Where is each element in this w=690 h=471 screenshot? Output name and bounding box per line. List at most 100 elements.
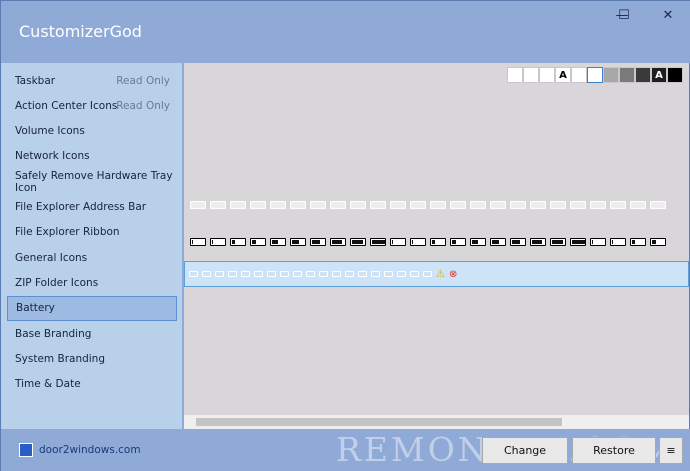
battery-icon[interactable]: [650, 201, 666, 209]
battery-icon[interactable]: [384, 271, 393, 277]
battery-icon[interactable]: [390, 201, 406, 209]
battery-icon[interactable]: [250, 201, 266, 209]
battery-icon[interactable]: [228, 271, 237, 277]
battery-icon[interactable]: [350, 238, 366, 246]
sidebar-item-file-explorer-ribbon[interactable]: File Explorer Ribbon: [7, 220, 177, 245]
battery-icon[interactable]: [345, 271, 354, 277]
battery-icon[interactable]: [550, 238, 566, 246]
maximize-button[interactable]: ☐: [601, 1, 647, 29]
scrollbar-thumb[interactable]: [196, 418, 562, 426]
battery-icon[interactable]: [202, 271, 211, 277]
blank-swatch[interactable]: [571, 67, 587, 83]
battery-icon[interactable]: [630, 201, 646, 209]
battery-icon[interactable]: [490, 201, 506, 209]
battery-icon[interactable]: [370, 201, 386, 209]
battery-icon[interactable]: [450, 238, 466, 246]
battery-icon[interactable]: [430, 238, 446, 246]
battery-error-icon[interactable]: ⊗: [449, 269, 457, 280]
battery-icon[interactable]: [190, 201, 206, 209]
battery-icon[interactable]: [370, 238, 386, 246]
battery-icon[interactable]: [650, 238, 666, 246]
blank-swatch[interactable]: [507, 67, 523, 83]
battery-warning-icon[interactable]: ⚠: [436, 269, 445, 280]
battery-icon[interactable]: [250, 238, 266, 246]
battery-icons-dark-row[interactable]: [190, 236, 666, 248]
battery-icon[interactable]: [630, 238, 646, 246]
text-swatch[interactable]: A: [651, 67, 667, 83]
battery-icon[interactable]: [410, 238, 426, 246]
battery-icon[interactable]: [190, 238, 206, 246]
battery-icon[interactable]: [397, 271, 406, 277]
grey-swatch[interactable]: [603, 67, 619, 83]
battery-icon[interactable]: [590, 201, 606, 209]
battery-icon[interactable]: [490, 238, 506, 246]
battery-icon[interactable]: [254, 271, 263, 277]
selected-swatch[interactable]: [587, 67, 603, 83]
battery-icon[interactable]: [230, 238, 246, 246]
battery-icon[interactable]: [189, 271, 198, 277]
battery-icon[interactable]: [430, 201, 446, 209]
horizontal-scrollbar[interactable]: [184, 415, 689, 429]
battery-icon[interactable]: [332, 271, 341, 277]
battery-icon[interactable]: [530, 238, 546, 246]
battery-icon[interactable]: [410, 271, 419, 277]
sidebar-item-taskbar[interactable]: Taskbar Read Only: [7, 68, 177, 93]
battery-icon[interactable]: [510, 238, 526, 246]
battery-icon[interactable]: [470, 238, 486, 246]
battery-icon[interactable]: [306, 271, 315, 277]
restore-button[interactable]: Restore: [572, 437, 656, 464]
battery-icon[interactable]: [230, 201, 246, 209]
battery-icon[interactable]: [590, 238, 606, 246]
battery-icon[interactable]: [310, 238, 326, 246]
battery-icon[interactable]: [358, 271, 367, 277]
battery-icon[interactable]: [210, 238, 226, 246]
battery-icon[interactable]: [530, 201, 546, 209]
battery-icon[interactable]: [350, 201, 366, 209]
battery-icon[interactable]: [410, 201, 426, 209]
battery-icon[interactable]: [319, 271, 328, 277]
battery-icon[interactable]: [330, 238, 346, 246]
checker-dark-swatch[interactable]: [635, 67, 651, 83]
battery-icon[interactable]: [210, 201, 226, 209]
battery-icons-selected-row[interactable]: ⚠ ⊗: [184, 261, 689, 287]
battery-icon[interactable]: [610, 238, 626, 246]
menu-button[interactable]: ≡: [659, 437, 683, 464]
sidebar-item-time-date[interactable]: Time & Date: [7, 372, 177, 397]
text-swatch[interactable]: A: [555, 67, 571, 83]
dark-grey-swatch[interactable]: [619, 67, 635, 83]
battery-icon[interactable]: [290, 238, 306, 246]
battery-icon[interactable]: [290, 201, 306, 209]
battery-icon[interactable]: [310, 201, 326, 209]
battery-icon[interactable]: [470, 201, 486, 209]
change-button[interactable]: Change: [482, 437, 568, 464]
checker-swatch[interactable]: [539, 67, 555, 83]
sidebar-item-base-branding[interactable]: Base Branding: [7, 321, 177, 346]
battery-icon[interactable]: [215, 271, 224, 277]
sidebar-item-file-explorer-address-bar[interactable]: File Explorer Address Bar: [7, 195, 177, 220]
black-swatch[interactable]: [667, 67, 683, 83]
sidebar-item-volume-icons[interactable]: Volume Icons: [7, 119, 177, 144]
battery-icon[interactable]: [423, 271, 432, 277]
sidebar-item-general-icons[interactable]: General Icons: [7, 245, 177, 270]
sidebar-item-system-branding[interactable]: System Branding: [7, 346, 177, 371]
battery-icon[interactable]: [371, 271, 380, 277]
battery-icon[interactable]: [510, 201, 526, 209]
battery-icon[interactable]: [570, 201, 586, 209]
sidebar-item-action-center-icons[interactable]: Action Center Icons Read Only: [7, 93, 177, 118]
sidebar-item-safely-remove-hardware-tray-icon[interactable]: Safely Remove Hardware Tray Icon: [7, 169, 177, 194]
battery-icon[interactable]: [270, 238, 286, 246]
close-button[interactable]: ✕: [645, 1, 690, 29]
sidebar-item-network-icons[interactable]: Network Icons: [7, 144, 177, 169]
battery-icon[interactable]: [390, 238, 406, 246]
battery-icon[interactable]: [610, 201, 626, 209]
sidebar-item-battery[interactable]: Battery: [7, 295, 177, 321]
brand-link[interactable]: door2windows.com: [19, 443, 141, 457]
battery-icon[interactable]: [280, 271, 289, 277]
battery-icon[interactable]: [330, 201, 346, 209]
battery-icon[interactable]: [293, 271, 302, 277]
battery-icon[interactable]: [570, 238, 586, 246]
half-swatch[interactable]: [523, 67, 539, 83]
battery-icon[interactable]: [241, 271, 250, 277]
sidebar-item-zip-folder-icons[interactable]: ZIP Folder Icons: [7, 270, 177, 295]
battery-icons-light-row[interactable]: [190, 199, 666, 211]
